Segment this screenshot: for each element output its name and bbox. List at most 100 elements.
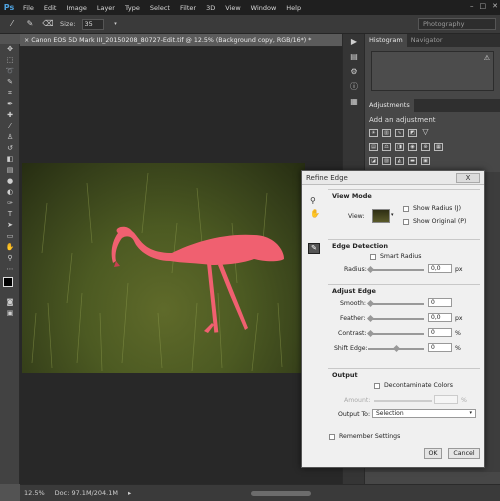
menu-type[interactable]: Type [120, 4, 145, 12]
menu-help[interactable]: Help [281, 4, 306, 12]
close-icon[interactable]: ✕ [492, 2, 498, 10]
smooth-input[interactable]: 0 [428, 298, 452, 307]
menu-file[interactable]: File [18, 4, 39, 12]
hue-icon[interactable]: ▤ [369, 143, 378, 151]
document-tab[interactable]: × Canon EOS 5D Mark III_20150208_80727-E… [20, 34, 342, 47]
view-dropdown-icon[interactable]: ▾ [391, 212, 394, 218]
radius-slider[interactable] [368, 269, 424, 271]
minimize-icon[interactable]: – [470, 2, 474, 10]
radius-input[interactable]: 0,0 [428, 264, 452, 273]
doc-size[interactable]: Doc: 97.1M/204.1M [55, 489, 118, 497]
smart-radius-checkbox[interactable] [370, 254, 376, 260]
smooth-slider-thumb[interactable] [366, 299, 375, 308]
cancel-button[interactable]: Cancel [448, 448, 480, 459]
dodge-tool-icon[interactable]: ◐ [0, 187, 20, 198]
menu-edit[interactable]: Edit [39, 4, 62, 12]
hand-tool-icon[interactable]: ✋ [0, 242, 20, 253]
move-tool-icon[interactable]: ✥ [0, 44, 20, 55]
photo-filter-icon[interactable]: ◉ [408, 143, 417, 151]
view-mode-thumbnail[interactable] [372, 209, 390, 223]
refine-radius-tool-icon[interactable]: ✎ [308, 243, 320, 254]
path-select-tool-icon[interactable]: ➤ [0, 220, 20, 231]
menu-select[interactable]: Select [145, 4, 175, 12]
type-tool-icon[interactable]: T [0, 209, 20, 220]
menu-image[interactable]: Image [61, 4, 91, 12]
status-arrow-icon[interactable]: ▸ [128, 489, 131, 497]
brush-preset-icon[interactable]: ⁄ [6, 18, 18, 30]
play-icon[interactable]: ▶ [343, 34, 365, 49]
gradient-tool-icon[interactable]: ▤ [0, 165, 20, 176]
menu-layer[interactable]: Layer [92, 4, 120, 12]
horizontal-scrollbar[interactable] [251, 490, 312, 496]
brightness-icon[interactable]: ☀ [369, 129, 378, 137]
gradient-map-icon[interactable]: ▬ [408, 157, 417, 165]
maximize-icon[interactable]: □ [480, 2, 487, 10]
posterize-icon[interactable]: ▨ [382, 157, 391, 165]
shift-edge-slider-thumb[interactable] [392, 344, 401, 353]
threshold-icon[interactable]: ◭ [395, 157, 404, 165]
decontaminate-checkbox[interactable] [374, 383, 380, 389]
levels-icon[interactable]: ▥ [382, 129, 391, 137]
tab-adjustments[interactable]: Adjustments [365, 99, 414, 112]
invert-icon[interactable]: ◪ [369, 157, 378, 165]
blur-tool-icon[interactable]: ● [0, 176, 20, 187]
color-balance-icon[interactable]: ⚖ [382, 143, 391, 151]
brush-erase-icon[interactable]: ⌫ [42, 18, 54, 30]
show-original-checkbox[interactable] [403, 219, 409, 225]
bw-icon[interactable]: ◨ [395, 143, 404, 151]
size-input[interactable]: 35 [81, 18, 104, 30]
marquee-tool-icon[interactable]: ⬚ [0, 55, 20, 66]
eraser-tool-icon[interactable]: ◧ [0, 154, 20, 165]
feather-input[interactable]: 0,0 [428, 313, 452, 322]
pen-tool-icon[interactable]: ✑ [0, 198, 20, 209]
radius-slider-thumb[interactable] [366, 265, 375, 274]
selective-color-icon[interactable]: ▣ [421, 157, 430, 165]
zoom-tool-icon[interactable]: ⚲ [0, 253, 20, 264]
lookup-icon[interactable]: ▦ [434, 143, 443, 151]
menu-view[interactable]: View [220, 4, 245, 12]
quick-mask-icon[interactable]: ◙ [0, 297, 20, 308]
shape-tool-icon[interactable]: ▭ [0, 231, 20, 242]
screen-mode-icon[interactable]: ▣ [0, 308, 20, 319]
zoom-level[interactable]: 12.5% [24, 489, 45, 497]
brush-add-icon[interactable]: ✎ [24, 18, 36, 30]
character-icon[interactable]: ▦ [343, 94, 365, 109]
quick-select-tool-icon[interactable]: ✎ [0, 77, 20, 88]
tab-histogram[interactable]: Histogram [365, 34, 407, 47]
show-radius-checkbox[interactable] [403, 206, 409, 212]
stamp-tool-icon[interactable]: ♙ [0, 132, 20, 143]
contrast-slider-thumb[interactable] [366, 329, 375, 338]
warning-icon[interactable]: ⚠ [484, 54, 490, 62]
ok-button[interactable]: OK [424, 448, 442, 459]
feather-slider-thumb[interactable] [366, 314, 375, 323]
menu-window[interactable]: Window [246, 4, 282, 12]
eyedropper-tool-icon[interactable]: ✒ [0, 99, 20, 110]
crop-tool-icon[interactable]: ⌗ [0, 88, 20, 99]
properties-icon[interactable]: ⚙ [343, 64, 365, 79]
output-to-select[interactable]: Selection ▾ [372, 409, 476, 418]
exposure-icon[interactable]: ◩ [408, 129, 417, 137]
lasso-tool-icon[interactable]: ➰ [0, 66, 20, 77]
tab-navigator[interactable]: Navigator [407, 34, 447, 47]
vibrance-icon[interactable]: ▽ [421, 128, 430, 137]
channel-mixer-icon[interactable]: ⊕ [421, 143, 430, 151]
amount-slider[interactable] [374, 400, 432, 402]
shift-edge-input[interactable]: 0 [428, 343, 452, 352]
smooth-slider[interactable] [368, 303, 424, 305]
healing-tool-icon[interactable]: ✚ [0, 110, 20, 121]
info-icon[interactable]: ⓘ [343, 79, 365, 94]
contrast-slider[interactable] [368, 333, 424, 335]
zoom-tool-icon-dialog[interactable]: ⚲ [310, 196, 316, 205]
dialog-titlebar[interactable]: Refine Edge X [302, 171, 484, 185]
edit-toolbar-icon[interactable]: ⋯ [0, 264, 20, 275]
color-swatches[interactable] [0, 275, 19, 297]
feather-slider[interactable] [368, 318, 424, 320]
dialog-close-button[interactable]: X [456, 173, 480, 183]
menu-filter[interactable]: Filter [175, 4, 201, 12]
curves-icon[interactable]: ∿ [395, 129, 404, 137]
brush-tool-icon[interactable]: ⁄ [0, 121, 20, 132]
size-dropdown-icon[interactable]: ▾ [110, 18, 122, 30]
amount-input[interactable] [434, 395, 458, 404]
hand-tool-icon-dialog[interactable]: ✋ [310, 209, 320, 218]
remember-settings-checkbox[interactable] [329, 434, 335, 440]
